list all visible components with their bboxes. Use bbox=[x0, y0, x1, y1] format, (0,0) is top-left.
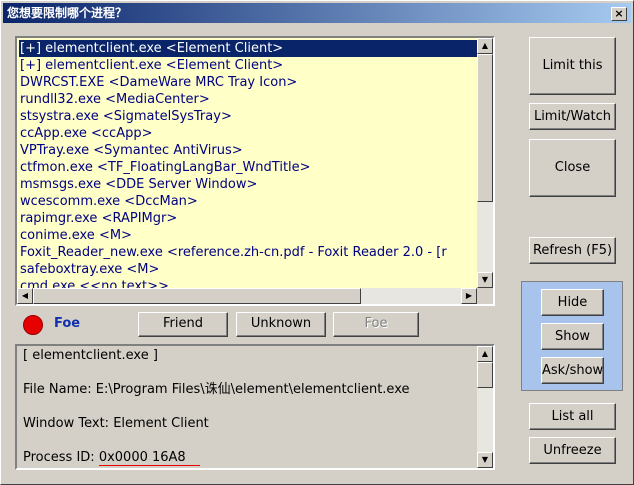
scroll-left-icon[interactable]: ◀ bbox=[17, 288, 33, 304]
process-list-item[interactable]: VPTray.exe <Symantec AntiVirus> bbox=[19, 142, 477, 159]
process-list-item[interactable]: [+] elementclient.exe <Element Client> bbox=[19, 40, 477, 57]
scroll-thumb[interactable] bbox=[477, 54, 493, 202]
process-list-item[interactable]: ccApp.exe <ccApp> bbox=[19, 125, 477, 142]
limit-watch-label: Limit/Watch bbox=[533, 109, 612, 124]
process-list-item[interactable]: rapimgr.exe <RAPIMgr> bbox=[19, 210, 477, 227]
limit-this-label: Limit this bbox=[542, 58, 603, 73]
limit-watch-button[interactable]: Limit/Watch bbox=[529, 103, 616, 130]
show-button[interactable]: Show bbox=[541, 323, 604, 350]
status-indicator-icon bbox=[23, 315, 43, 335]
scroll-right-icon[interactable]: ▶ bbox=[461, 288, 477, 304]
process-list-item[interactable]: stsystra.exe <SigmatelSysTray> bbox=[19, 108, 477, 125]
unfreeze-label: Unfreeze bbox=[543, 443, 602, 458]
info-vertical-scrollbar[interactable]: ▲ ▼ bbox=[477, 346, 493, 468]
info-window-text: Window Text: Element Client bbox=[23, 416, 209, 431]
status-label: Foe bbox=[54, 316, 81, 331]
title-bar: 您想要限制哪个进程？ × bbox=[3, 3, 631, 23]
show-label: Show bbox=[554, 329, 591, 344]
info-file-name: File Name: E:\Program Files\诛仙\element\e… bbox=[23, 382, 410, 397]
info-header: [ elementclient.exe ] bbox=[23, 348, 158, 363]
friend-button-label: Friend bbox=[163, 316, 203, 331]
scroll-down-icon[interactable]: ▼ bbox=[477, 272, 493, 288]
friend-button[interactable]: Friend bbox=[138, 312, 228, 337]
process-list-item[interactable]: Foxit_Reader_new.exe <reference.zh-cn.pd… bbox=[19, 244, 477, 261]
unfreeze-button[interactable]: Unfreeze bbox=[529, 437, 616, 464]
process-list-item[interactable]: ctfmon.exe <TF_FloatingLangBar_WndTitle> bbox=[19, 159, 477, 176]
scroll-up-icon[interactable]: ▲ bbox=[477, 38, 493, 54]
ask-show-label: Ask/show bbox=[542, 363, 604, 378]
unknown-button-label: Unknown bbox=[250, 316, 312, 331]
limit-this-button[interactable]: Limit this bbox=[529, 37, 616, 95]
process-list-item[interactable]: msmsgs.exe <DDE Server Window> bbox=[19, 176, 477, 193]
process-list-item[interactable]: conime.exe <M> bbox=[19, 227, 477, 244]
process-list-item[interactable]: wcescomm.exe <DccMan> bbox=[19, 193, 477, 210]
horizontal-scrollbar[interactable]: ◀ ▶ bbox=[17, 288, 477, 304]
process-list-item[interactable]: DWRCST.EXE <DameWare MRC Tray Icon> bbox=[19, 74, 477, 91]
ask-show-button[interactable]: Ask/show bbox=[541, 357, 604, 384]
scroll-corner bbox=[477, 288, 493, 304]
process-list-item[interactable]: [+] elementclient.exe <Element Client> bbox=[19, 57, 477, 74]
process-list-item[interactable]: cmd.exe <<no text>> bbox=[19, 278, 477, 288]
process-id-value: 0x0000 16A8 bbox=[98, 450, 200, 466]
close-icon[interactable]: × bbox=[611, 7, 627, 21]
process-id-label: Process ID: bbox=[23, 450, 99, 465]
process-list[interactable]: [+] elementclient.exe <Element Client> [+… bbox=[15, 36, 495, 306]
foe-button-label: Foe bbox=[364, 316, 388, 331]
list-all-button[interactable]: List all bbox=[529, 403, 616, 430]
close-label: Close bbox=[554, 160, 591, 175]
hide-label: Hide bbox=[557, 295, 588, 310]
hide-button[interactable]: Hide bbox=[541, 289, 604, 316]
hscroll-thumb[interactable] bbox=[33, 288, 361, 304]
dialog-window: 您想要限制哪个进程？ × [+] elementclient.exe <Elem… bbox=[0, 0, 634, 485]
close-button[interactable]: Close bbox=[529, 139, 616, 197]
process-list-item[interactable]: safeboxtray.exe <M> bbox=[19, 261, 477, 278]
info-scroll-down-icon[interactable]: ▼ bbox=[477, 452, 493, 468]
window-title: 您想要限制哪个进程？ bbox=[7, 6, 128, 20]
process-list-items: [+] elementclient.exe <Element Client> [+… bbox=[19, 40, 477, 288]
info-scroll-thumb[interactable] bbox=[477, 362, 493, 388]
refresh-label: Refresh (F5) bbox=[532, 243, 613, 258]
refresh-button[interactable]: Refresh (F5) bbox=[529, 237, 616, 264]
foe-button[interactable]: Foe bbox=[333, 312, 419, 337]
list-all-label: List all bbox=[551, 409, 594, 424]
info-process-id: Process ID: 0x0000 16A8 bbox=[23, 450, 473, 484]
process-info-panel: [ elementclient.exe ] File Name: E:\Prog… bbox=[15, 344, 495, 470]
process-list-item[interactable]: rundll32.exe <MediaCenter> bbox=[19, 91, 477, 108]
vertical-scrollbar[interactable]: ▲ ▼ bbox=[477, 38, 493, 288]
info-scroll-up-icon[interactable]: ▲ bbox=[477, 346, 493, 362]
unknown-button[interactable]: Unknown bbox=[236, 312, 326, 337]
